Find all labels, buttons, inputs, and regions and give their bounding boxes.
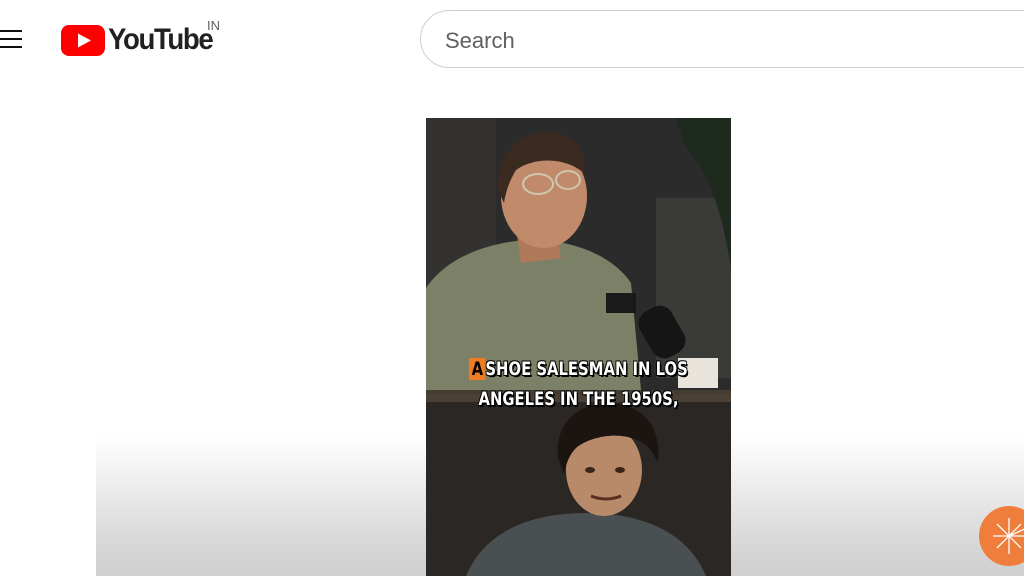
masthead: YouTube IN [0,0,1024,82]
search-box[interactable] [420,10,1024,68]
caption-line-1: A SHOE SALESMAN IN LOS [460,354,698,384]
caption-line-2: ANGELES IN THE 1950S, [478,388,679,410]
logo-wordmark: YouTube [108,23,214,56]
shorts-video-player[interactable]: A SHOE SALESMAN IN LOS ANGELES IN THE 195… [426,118,731,576]
video-caption: A SHOE SALESMAN IN LOS ANGELES IN THE 195… [460,354,698,414]
youtube-logo[interactable]: YouTube [61,22,221,58]
hamburger-menu-icon[interactable] [0,26,24,54]
youtube-play-icon [61,24,105,56]
search-input[interactable] [443,23,1007,59]
country-code: IN [207,18,220,33]
video-frame [426,118,731,576]
caption-line-1-text: SHOE SALESMAN IN LOS [485,358,688,380]
caption-highlight-word: A [469,358,486,380]
